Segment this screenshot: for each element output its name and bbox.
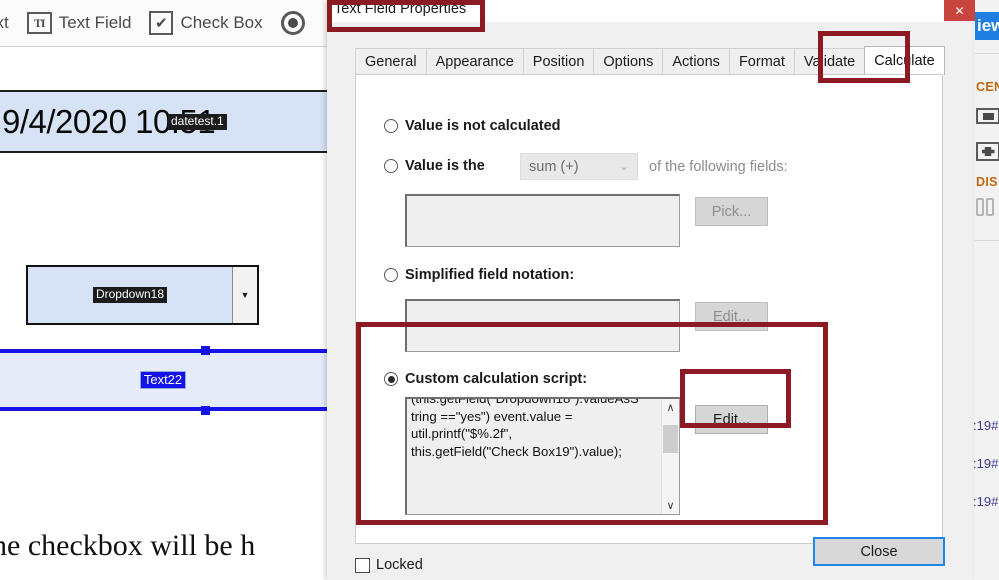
radio-value-not-calculated-indicator bbox=[384, 119, 398, 133]
simplified-notation-box[interactable] bbox=[405, 299, 680, 352]
toolbar-item-check-box-label: Check Box bbox=[180, 13, 263, 32]
toolbar-item-text-field[interactable]: TI Text Field bbox=[26, 12, 132, 34]
date-form-field[interactable]: 9/4/2020 10:51 bbox=[0, 90, 330, 153]
calculation-fields-listbox[interactable] bbox=[405, 194, 680, 247]
dialog-title: Text Field Properties bbox=[334, 1, 467, 17]
scroll-up-icon[interactable]: ∧ bbox=[662, 399, 679, 416]
panel-tail-item-2: :19# bbox=[973, 456, 999, 471]
document-body-text: he checkbox will be h bbox=[0, 529, 256, 562]
chevron-down-icon[interactable]: ▼ bbox=[232, 267, 257, 323]
tab-general[interactable]: General bbox=[355, 48, 427, 75]
tab-actions[interactable]: Actions bbox=[662, 48, 730, 75]
radio-custom-calculation-script-indicator bbox=[384, 372, 398, 386]
align-middle-icon[interactable] bbox=[976, 142, 999, 161]
dropdown-field-name-tag: Dropdown18 bbox=[92, 287, 168, 303]
selection-handle-top[interactable] bbox=[201, 346, 210, 355]
scroll-down-icon[interactable]: ∨ bbox=[662, 497, 679, 514]
check-box-icon: ✔ bbox=[149, 11, 174, 35]
locked-checkbox-row[interactable]: Locked bbox=[355, 557, 423, 573]
toolbar-item-text[interactable]: ext bbox=[0, 13, 9, 33]
locked-label: Locked bbox=[376, 557, 423, 573]
dropdown-field-body: Dropdown18 bbox=[28, 267, 232, 323]
panel-divider-bottom bbox=[975, 240, 999, 241]
tab-format[interactable]: Format bbox=[728, 48, 795, 75]
radio-value-is-the-label: Value is the bbox=[405, 158, 485, 174]
operator-select[interactable]: sum (+) ⌄ bbox=[520, 153, 638, 180]
radio-custom-calculation-script[interactable]: Custom calculation script: bbox=[384, 371, 587, 387]
edit-custom-script-button[interactable]: Edit... bbox=[695, 405, 768, 434]
toolbar-item-check-box[interactable]: ✔ Check Box bbox=[149, 11, 263, 35]
radio-button-icon bbox=[280, 11, 305, 35]
dropdown-form-field[interactable]: Dropdown18 ▼ bbox=[26, 265, 259, 325]
panel-section-distribute-label: DIS bbox=[976, 175, 998, 189]
tab-position[interactable]: Position bbox=[522, 48, 595, 75]
radio-value-is-the[interactable]: Value is the bbox=[384, 158, 485, 174]
panel-divider-top bbox=[975, 53, 999, 54]
radio-simplified-field-notation[interactable]: Simplified field notation: bbox=[384, 267, 574, 283]
operator-select-value: sum (+) bbox=[529, 158, 579, 175]
toolbar-item-text-label: ext bbox=[0, 13, 9, 32]
text-field-name-tag: Text22 bbox=[139, 370, 187, 390]
custom-script-text: (this.getField("Dropdown18").valueAsS tr… bbox=[411, 397, 639, 459]
scrollbar-thumb[interactable] bbox=[663, 425, 678, 453]
radio-custom-calculation-script-label: Custom calculation script: bbox=[405, 371, 588, 387]
locked-checkbox[interactable] bbox=[355, 557, 370, 573]
text-field-properties-dialog: Text Field Properties General Appearance… bbox=[327, 0, 972, 580]
panel-section-center-label: CEN bbox=[976, 80, 999, 94]
script-scrollbar[interactable]: ∧ ∨ bbox=[661, 399, 679, 514]
panel-tail-item-1: :19# bbox=[973, 418, 999, 433]
edit-simplified-notation-button[interactable]: Edit... bbox=[695, 302, 768, 331]
tab-validate[interactable]: Validate bbox=[793, 48, 866, 75]
panel-header-tab[interactable]: iew bbox=[975, 12, 999, 40]
tab-options[interactable]: Options bbox=[593, 48, 664, 75]
dialog-body: General Appearance Position Options Acti… bbox=[327, 22, 972, 580]
window-close-button[interactable]: ✕ bbox=[944, 0, 975, 21]
toolbar-item-text-field-label: Text Field bbox=[58, 13, 132, 32]
distribute-icon[interactable] bbox=[976, 198, 994, 216]
radio-value-is-the-indicator bbox=[384, 159, 398, 173]
tab-appearance[interactable]: Appearance bbox=[425, 48, 524, 75]
date-field-name-tag: datetest.1 bbox=[168, 114, 227, 130]
text-form-field-selected[interactable]: Text22 bbox=[0, 349, 330, 411]
dialog-titlebar[interactable]: Text Field Properties bbox=[327, 0, 972, 22]
pick-button[interactable]: Pick... bbox=[695, 197, 768, 226]
align-center-icon[interactable] bbox=[976, 108, 999, 124]
radio-simplified-field-notation-indicator bbox=[384, 268, 398, 282]
close-button[interactable]: Close bbox=[813, 537, 945, 566]
radio-value-not-calculated[interactable]: Value is not calculated bbox=[384, 118, 561, 134]
text-field-icon: TI bbox=[26, 12, 52, 34]
selection-handle-bottom[interactable] bbox=[201, 406, 210, 415]
custom-script-box[interactable]: (this.getField("Dropdown18").valueAsS tr… bbox=[405, 397, 680, 515]
panel-tail-item-3: :19# bbox=[973, 494, 999, 509]
right-side-panel: iew CEN DIS :19# :19# :19# bbox=[970, 0, 999, 580]
toolbar-item-radio-button[interactable] bbox=[280, 11, 305, 35]
radio-value-not-calculated-label: Value is not calculated bbox=[405, 118, 561, 134]
radio-simplified-field-notation-label: Simplified field notation: bbox=[405, 267, 575, 283]
tab-calculate[interactable]: Calculate bbox=[864, 46, 945, 75]
chevron-down-icon: ⌄ bbox=[619, 161, 629, 173]
dialog-tab-strip: General Appearance Position Options Acti… bbox=[355, 46, 945, 75]
of-the-following-fields-label: of the following fields: bbox=[649, 159, 788, 175]
